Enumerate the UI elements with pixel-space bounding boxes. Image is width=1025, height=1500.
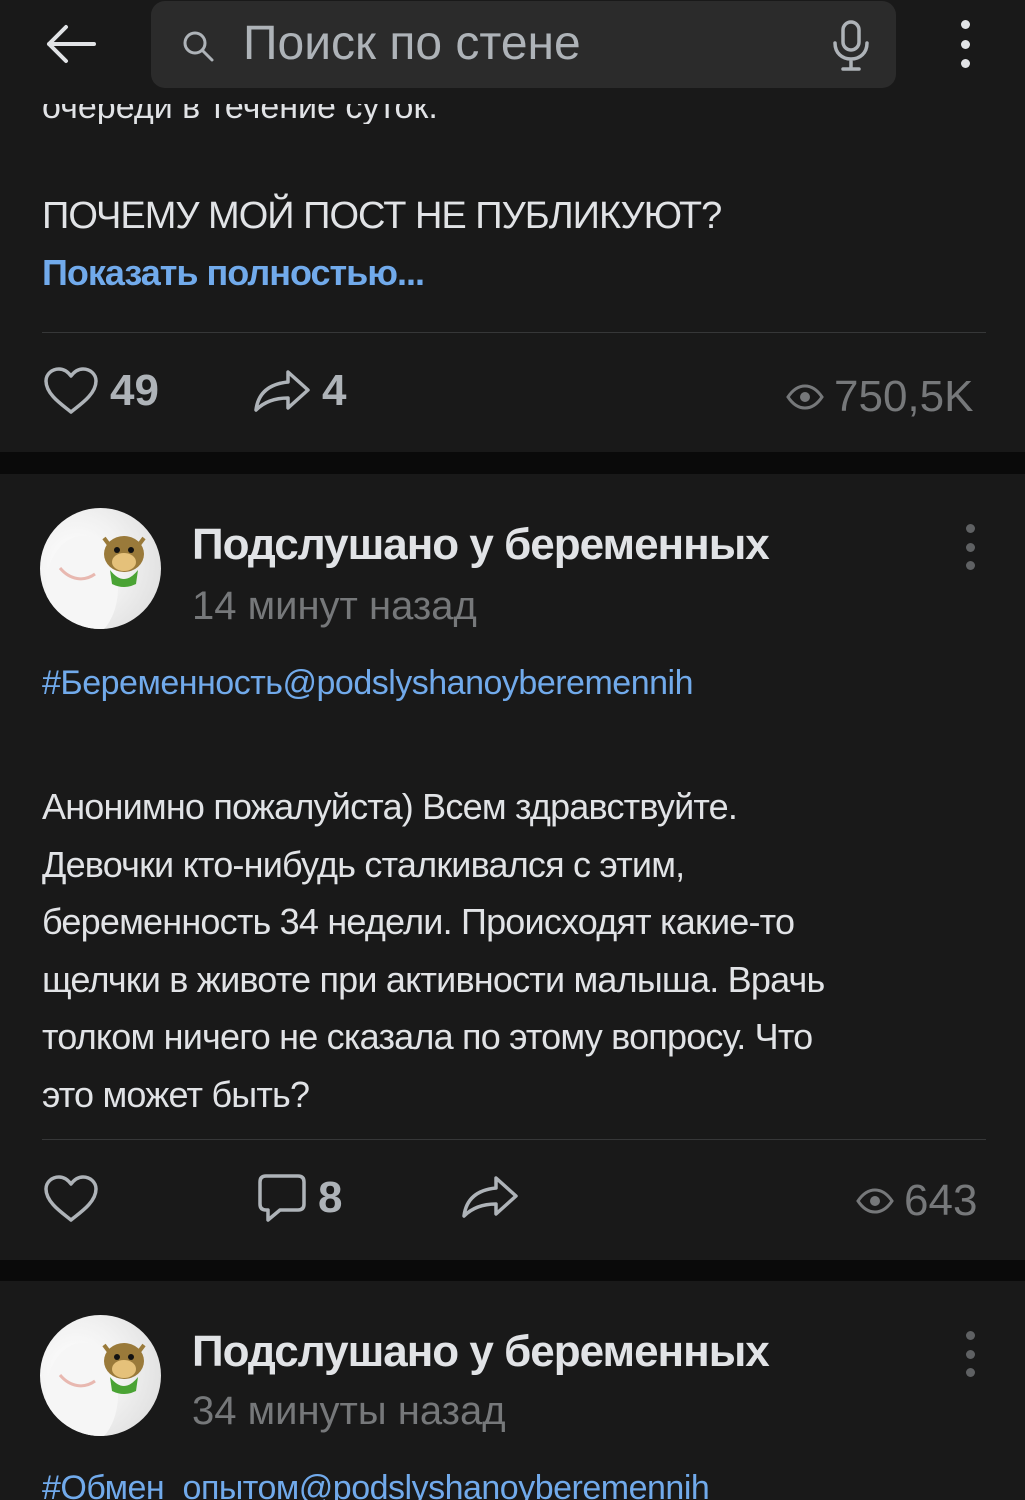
view-count: 750,5K (786, 372, 973, 422)
search-placeholder: Поиск по стене (243, 17, 581, 70)
view-count-text: 750,5K (834, 372, 974, 421)
eye-icon (856, 1188, 894, 1214)
search-input[interactable]: Поиск по стене (151, 1, 896, 88)
post-text-line: беременность 34 недели. Происходят какие… (42, 901, 795, 942)
post-text-line: Анонимно пожалуйста) Всем здравствуйте. (42, 786, 738, 827)
post-card: Подслушано у беременных 14 минут назад #… (0, 474, 1025, 1260)
heart-icon (44, 1175, 98, 1222)
like-button[interactable] (42, 1174, 100, 1224)
back-button[interactable] (40, 20, 100, 68)
search-icon (183, 31, 214, 62)
share-button[interactable]: 4 (252, 366, 346, 416)
post-text-clipped: очереди в течение суток. (42, 104, 438, 124)
share-count: 4 (322, 366, 347, 415)
eye-icon (786, 384, 824, 410)
post-time: 14 минут назад (192, 584, 477, 628)
post-text-line: это может быть? (42, 1073, 310, 1115)
like-button[interactable]: 49 (42, 366, 159, 416)
post-card: Подслушано у беременных 34 минуты назад … (0, 1281, 1025, 1500)
like-count: 49 (110, 366, 159, 415)
divider (42, 332, 986, 333)
comment-icon (258, 1174, 306, 1222)
share-button[interactable] (460, 1174, 520, 1220)
post-menu-icon[interactable] (962, 524, 978, 570)
share-icon (462, 1176, 518, 1218)
group-name[interactable]: Подслушано у беременных (192, 520, 770, 570)
post-text-line: толком ничего не сказала по этому вопрос… (42, 1016, 813, 1057)
post-text-line: щелчки в животе при активности малыша. В… (42, 958, 825, 1000)
post-text-line: Девочки кто-нибудь сталкивался с этим, (42, 843, 685, 885)
comment-button[interactable]: 8 (256, 1172, 342, 1224)
avatar[interactable] (40, 1315, 161, 1436)
post-text-line: ПОЧЕМУ МОЙ ПОСТ НЕ ПУБЛИКУЮТ? (42, 195, 722, 237)
community-avatar-image (46, 536, 146, 629)
hashtag-link[interactable]: #Обмен_опытом@podslyshanoyberemennih (42, 1469, 710, 1500)
avatar[interactable] (40, 508, 161, 629)
group-name[interactable]: Подслушано у беременных (192, 1327, 770, 1377)
view-count-text: 643 (904, 1176, 978, 1225)
heart-icon (44, 367, 98, 414)
show-more-link[interactable]: Показать полностью... (42, 252, 425, 294)
community-avatar-image (46, 1343, 146, 1436)
post-text: Анонимно пожалуйста) Всем здравствуйте. … (42, 778, 992, 1123)
post-time: 34 минуты назад (192, 1389, 506, 1433)
post-menu-icon[interactable] (962, 1331, 978, 1377)
top-bar: Поиск по стене (0, 0, 1025, 104)
view-count: 643 (856, 1176, 977, 1226)
comment-count: 8 (318, 1173, 343, 1222)
divider (42, 1139, 986, 1140)
more-vertical-icon[interactable] (945, 16, 985, 72)
hashtag-link[interactable]: #Беременность@podslyshanoyberemennih (42, 664, 693, 703)
arrow-left-icon (47, 25, 96, 63)
microphone-icon[interactable] (831, 19, 871, 71)
share-icon (254, 370, 310, 412)
